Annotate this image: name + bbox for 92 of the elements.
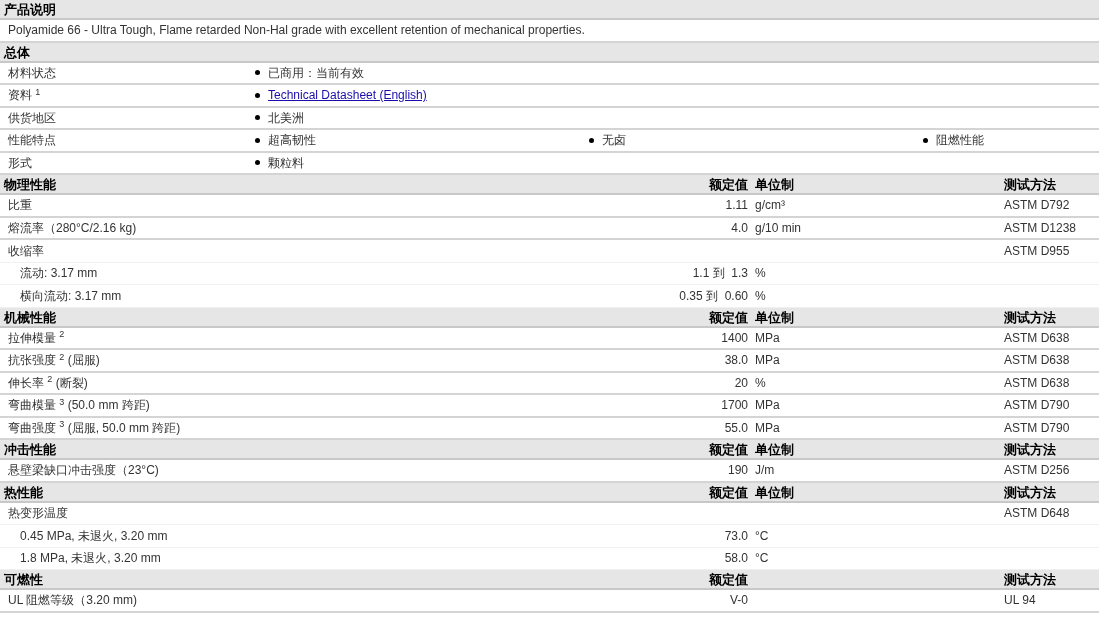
value-text: 无卤	[602, 132, 626, 150]
column-heading: 测试方法	[1004, 309, 1056, 325]
column-heading: 额定值	[709, 484, 748, 500]
property-value: 55.0	[724, 420, 748, 435]
unit-text: MPa	[755, 420, 780, 435]
property-label: 材料状态	[7, 65, 56, 80]
column-heading: 测试方法	[1004, 177, 1056, 192]
section-title: 产品说明	[3, 1, 57, 19]
property-label: 横向流动: 3.17 mm	[19, 288, 122, 303]
value-text: 北美洲	[268, 109, 304, 127]
section-title: 总体	[2, 43, 31, 62]
value-text: 已商用：当前有效	[268, 64, 364, 82]
property-label: 拉伸模量 $^{2}$	[7, 330, 65, 345]
property-value: 1700	[721, 398, 748, 413]
bullet-icon	[255, 137, 260, 143]
unit-text: g/10 min	[755, 220, 802, 235]
bullet-icon	[589, 137, 594, 143]
test-method: ASTM D638	[1004, 375, 1070, 390]
unit-text: %	[755, 266, 766, 281]
property-value: 1.1 到 1.3	[692, 266, 748, 281]
test-method: ASTM D648	[1004, 506, 1070, 521]
test-method: ASTM D638	[1004, 353, 1070, 368]
property-label: 悬壁梁缺口冲击强度（23°C)	[7, 463, 159, 478]
description-text: Polyamide 66 - Ultra Tough, Flame retarded Non-Hal grade with excellent retention of mechanical properties.	[7, 22, 585, 40]
section-title: 可燃性	[3, 571, 44, 589]
property-label: 伸长率 $^{2}$ (断裂)	[7, 375, 88, 390]
bullet-icon	[255, 160, 260, 166]
property-label: 1.8 MPa, 未退火, 3.20 mm	[19, 551, 161, 566]
column-heading: 测试方法	[1004, 484, 1056, 500]
property-value: V-0	[730, 593, 748, 608]
test-method: ASTM D1238	[1004, 220, 1077, 235]
value-text: 超高韧性	[268, 132, 316, 150]
property-label: 熔流率（280°C/2.16 kg)	[7, 220, 137, 235]
unit-text: °C	[755, 551, 769, 566]
property-label: 供货地区	[7, 110, 56, 125]
property-label: 流动: 3.17 mm	[19, 266, 98, 281]
property-label: 热变形温度	[7, 506, 68, 521]
property-label: 0.45 MPa, 未退火, 3.20 mm	[19, 528, 168, 543]
column-heading: 额定值	[709, 442, 748, 457]
test-method: ASTM D790	[1004, 420, 1070, 435]
column-heading: 单位制	[755, 484, 794, 500]
test-method: ASTM D955	[1004, 243, 1070, 258]
property-value: 190	[727, 463, 748, 478]
column-heading: 单位制	[755, 442, 794, 457]
test-method: ASTM D638	[1004, 330, 1070, 345]
unit-text: MPa	[755, 353, 780, 368]
property-label: 弯曲强度 $^{3}$ (屈服, 50.0 mm 跨距)	[7, 420, 181, 435]
bullet-icon	[923, 137, 928, 143]
section-title: 机械性能	[2, 308, 57, 327]
property-label: 抗张强度 $^{2}$ (屈服)	[7, 353, 100, 368]
property-value: 73.0	[724, 528, 748, 543]
value-text: 阻燃性能	[936, 132, 984, 150]
column-heading: 测试方法	[1004, 572, 1056, 587]
test-method: ASTM D256	[1004, 463, 1070, 478]
property-value: 1400	[721, 330, 748, 345]
property-label: 收缩率	[7, 243, 44, 258]
property-value: 20	[734, 375, 748, 390]
test-method: ASTM D792	[1004, 198, 1070, 213]
unit-text: %	[755, 375, 766, 390]
column-heading: 额定值	[709, 309, 748, 325]
property-value: 38.0	[724, 353, 748, 368]
column-heading: 单位制	[755, 177, 794, 192]
unit-text: MPa	[755, 398, 780, 413]
unit-text: J/m	[755, 463, 775, 478]
property-label: UL 阻燃等级（3.20 mm)	[7, 593, 137, 608]
property-label: 弯曲模量 $^{3}$ (50.0 mm 跨距)	[7, 398, 150, 413]
property-value: 4.0	[731, 220, 748, 235]
section-title: 冲击性能	[3, 441, 57, 459]
column-heading: 单位制	[755, 309, 794, 325]
datasheet-link[interactable]: Technical Datasheet (English)	[268, 86, 427, 105]
section-title: 热性能	[3, 483, 44, 502]
test-method: ASTM D790	[1004, 398, 1070, 413]
test-method: UL 94	[1004, 593, 1036, 608]
value-text: 颗粒料	[268, 154, 304, 172]
bullet-icon	[255, 92, 260, 98]
column-heading: 额定值	[709, 177, 748, 192]
bullet-icon	[255, 115, 260, 121]
unit-text: g/cm³	[755, 198, 785, 213]
property-label: 资料 $^{1}$	[7, 88, 41, 103]
property-label: 形式	[7, 155, 32, 170]
unit-text: MPa	[755, 330, 780, 345]
column-heading: 测试方法	[1004, 442, 1056, 457]
bullet-icon	[255, 70, 260, 76]
section-title: 物理性能	[3, 176, 57, 194]
column-heading: 额定值	[709, 572, 748, 587]
property-value: 1.11	[725, 198, 748, 213]
property-label: 性能特点	[7, 133, 56, 148]
unit-text: °C	[755, 528, 769, 543]
unit-text: %	[755, 288, 766, 303]
property-label: 比重	[7, 198, 32, 213]
property-value: 0.35 到 0.60	[679, 288, 748, 303]
property-value: 58.0	[724, 551, 748, 566]
